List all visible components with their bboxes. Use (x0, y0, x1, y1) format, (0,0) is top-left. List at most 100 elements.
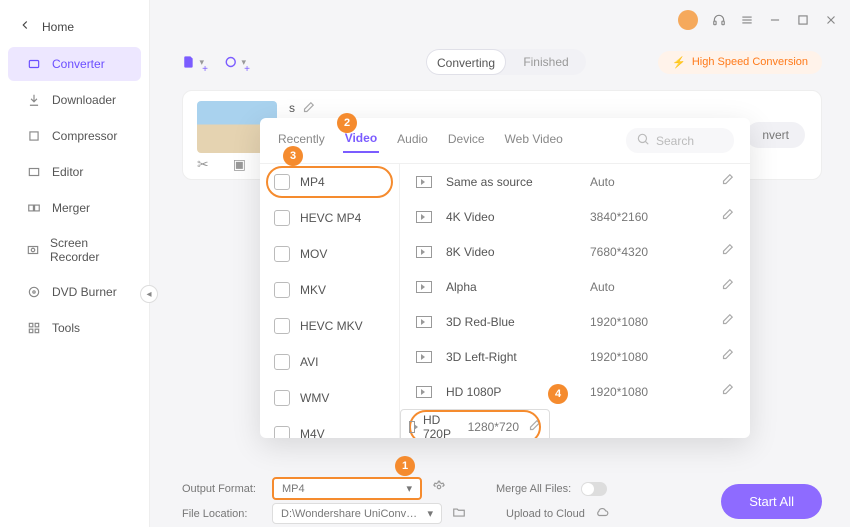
tab-finished[interactable]: Finished (506, 49, 586, 75)
bolt-icon: ⚡ (672, 56, 686, 69)
sidebar-item-label: Compressor (52, 129, 117, 143)
tab-web-video[interactable]: Web Video (503, 130, 565, 152)
crop-icon[interactable]: ▣ (233, 156, 246, 173)
res-720p[interactable]: HD 720P1280*720 (400, 409, 550, 438)
sidebar-item-merger[interactable]: Merger (8, 191, 141, 225)
format-mkv[interactable]: MKV (260, 272, 399, 308)
search-icon (636, 132, 650, 149)
edit-icon[interactable] (527, 419, 541, 436)
format-search[interactable]: Search (626, 128, 734, 153)
edit-title-icon[interactable] (301, 101, 315, 118)
cloud-icon[interactable] (595, 505, 609, 522)
sidebar-item-tools[interactable]: Tools (8, 311, 141, 345)
format-tabs: Recently Video Audio Device Web Video Se… (260, 118, 750, 164)
upload-label: Upload to Cloud (506, 508, 585, 520)
tab-recently[interactable]: Recently (276, 130, 327, 152)
resolution-list: Same as sourceAuto 4K Video3840*2160 8K … (400, 164, 750, 438)
sidebar-item-label: Editor (52, 165, 83, 179)
minimize-button[interactable] (768, 13, 782, 27)
sidebar-item-editor[interactable]: Editor (8, 155, 141, 189)
format-icon (274, 426, 290, 438)
sidebar-item-label: DVD Burner (52, 285, 117, 299)
edit-icon[interactable] (720, 383, 734, 400)
search-placeholder: Search (656, 134, 694, 148)
res-alpha[interactable]: AlphaAuto (400, 269, 750, 304)
format-dropdown: Recently Video Audio Device Web Video Se… (260, 118, 750, 438)
high-speed-label: High Speed Conversion (692, 56, 808, 68)
res-1080p[interactable]: HD 1080P1920*1080 (400, 374, 750, 409)
play-icon (416, 246, 432, 258)
format-icon (274, 210, 290, 226)
format-mov[interactable]: MOV (260, 236, 399, 272)
edit-icon[interactable] (720, 278, 734, 295)
sidebar-item-label: Downloader (52, 93, 116, 107)
folder-icon[interactable] (452, 505, 466, 522)
sidebar-item-converter[interactable]: Converter (8, 47, 141, 81)
file-location-select[interactable]: D:\Wondershare UniConverter 1▾ (272, 503, 442, 524)
edit-icon[interactable] (720, 243, 734, 260)
card-tools: ✂ ▣ (197, 156, 246, 173)
avatar[interactable] (678, 10, 698, 30)
play-icon (416, 351, 432, 363)
tools-icon (26, 320, 42, 336)
file-location-label: File Location: (182, 508, 262, 520)
tab-converting[interactable]: Converting (426, 49, 506, 75)
format-m4v[interactable]: M4V (260, 416, 399, 438)
headset-icon[interactable] (712, 13, 726, 27)
sidebar-item-dvd-burner[interactable]: DVD Burner (8, 275, 141, 309)
badge-2: 2 (337, 113, 357, 133)
format-wmv[interactable]: WMV (260, 380, 399, 416)
add-url-button[interactable]: +▾ (224, 51, 246, 73)
badge-4: 4 (548, 384, 568, 404)
maximize-button[interactable] (796, 13, 810, 27)
sidebar-item-label: Merger (52, 201, 90, 215)
sidebar-home[interactable]: Home (0, 8, 149, 45)
download-icon (26, 92, 42, 108)
merger-icon (26, 200, 42, 216)
format-icon (274, 282, 290, 298)
chevron-down-icon: ▾ (406, 482, 412, 495)
format-hevc-mkv[interactable]: HEVC MKV (260, 308, 399, 344)
editor-icon (26, 164, 42, 180)
trim-icon[interactable]: ✂ (197, 156, 209, 173)
res-4k[interactable]: 4K Video3840*2160 (400, 199, 750, 234)
edit-icon[interactable] (720, 208, 734, 225)
edit-icon[interactable] (720, 173, 734, 190)
edit-icon[interactable] (720, 348, 734, 365)
chevron-down-icon: ▾ (427, 507, 433, 520)
sidebar-item-compressor[interactable]: Compressor (8, 119, 141, 153)
res-8k[interactable]: 8K Video7680*4320 (400, 234, 750, 269)
format-icon (274, 246, 290, 262)
play-icon (409, 421, 415, 433)
edit-icon[interactable] (720, 313, 734, 330)
res-3d-rb[interactable]: 3D Red-Blue1920*1080 (400, 304, 750, 339)
footer: Output Format: MP4▾ Merge All Files: Fil… (182, 477, 822, 521)
badge-3: 3 (283, 146, 303, 166)
output-format-select[interactable]: MP4▾ (272, 477, 422, 500)
convert-button[interactable]: nvert (746, 122, 805, 148)
status-segment: Converting Finished (426, 49, 586, 75)
start-all-button[interactable]: Start All (721, 484, 822, 519)
sidebar: Home Converter Downloader Compressor Edi… (0, 0, 150, 527)
sidebar-item-downloader[interactable]: Downloader (8, 83, 141, 117)
sidebar-home-label: Home (42, 20, 74, 34)
format-hevc-mp4[interactable]: HEVC MP4 (260, 200, 399, 236)
settings-icon[interactable] (432, 480, 446, 497)
res-same[interactable]: Same as sourceAuto (400, 164, 750, 199)
tab-audio[interactable]: Audio (395, 130, 430, 152)
menu-icon[interactable] (740, 13, 754, 27)
merge-toggle[interactable] (581, 482, 607, 496)
high-speed-badge[interactable]: ⚡ High Speed Conversion (658, 51, 822, 74)
file-title: s (289, 101, 295, 115)
format-avi[interactable]: AVI (260, 344, 399, 380)
play-icon (416, 316, 432, 328)
close-button[interactable] (824, 13, 838, 27)
format-mp4[interactable]: MP4 (260, 164, 399, 200)
format-icon (274, 174, 290, 190)
res-3d-lr[interactable]: 3D Left-Right1920*1080 (400, 339, 750, 374)
sidebar-item-screen-recorder[interactable]: Screen Recorder (8, 227, 141, 273)
format-icon (274, 390, 290, 406)
play-icon (416, 211, 432, 223)
tab-device[interactable]: Device (446, 130, 487, 152)
add-file-button[interactable]: +▾ (182, 51, 204, 73)
